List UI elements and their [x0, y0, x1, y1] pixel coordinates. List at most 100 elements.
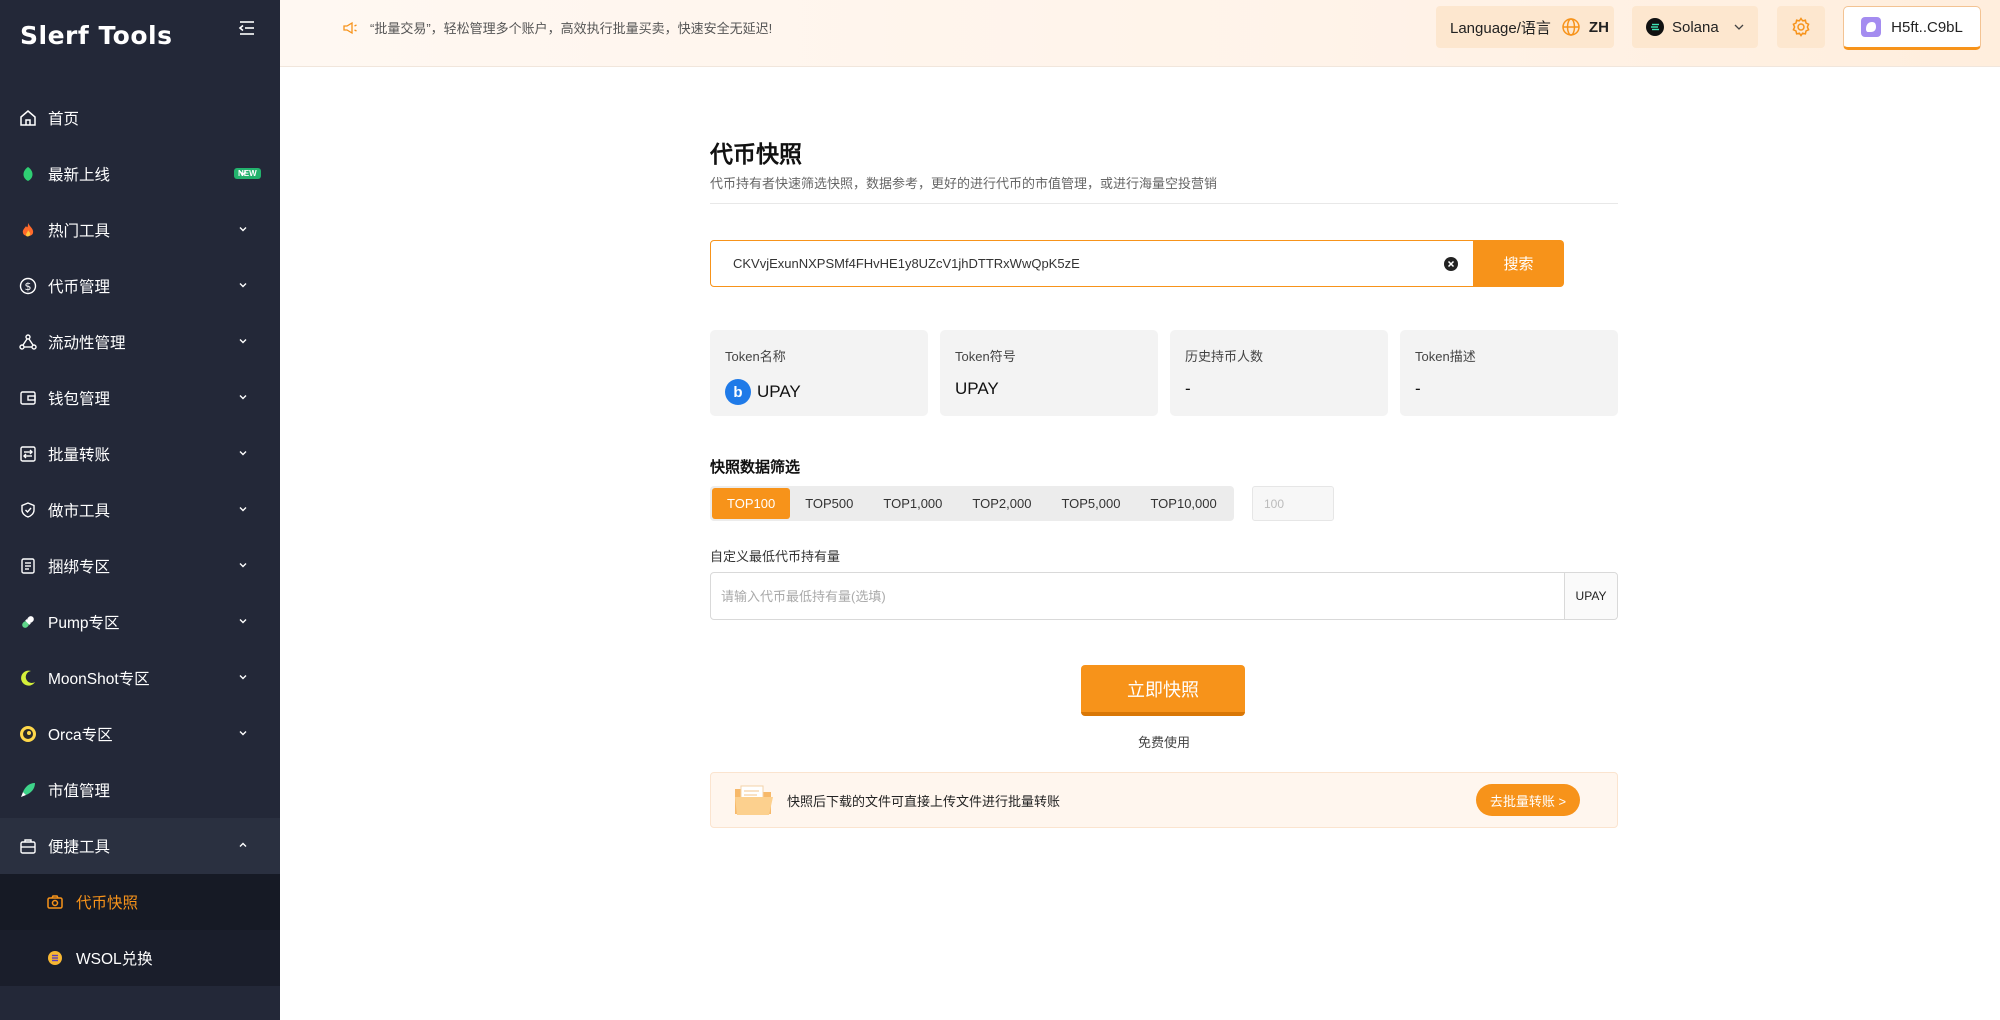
sidebar-item-moonshot[interactable]: MoonShot专区	[0, 650, 280, 706]
tab-top5000[interactable]: TOP5,000	[1046, 488, 1135, 519]
fire-icon	[18, 220, 38, 240]
sidebar-subitem-wsol-swap[interactable]: WSOL兑换	[0, 930, 280, 986]
tab-top2000[interactable]: TOP2,000	[957, 488, 1046, 519]
tab-top1000[interactable]: TOP1,000	[868, 488, 957, 519]
sidebar-nav: 首页 最新上线 NEW 热门工具 $ 代币管理 流动性管理 钱包管理 批量转账 …	[0, 90, 280, 986]
sidebar-item-label: 捆绑专区	[48, 559, 111, 576]
wallet-address: H5ft..C9bL	[1891, 18, 1963, 36]
sidebar-item-label: Orca专区	[48, 727, 113, 744]
logo-text: Slerf Tools	[20, 20, 173, 50]
sidebar-item-label: MoonShot专区	[48, 671, 150, 688]
sidebar-item-liquidity[interactable]: 流动性管理	[0, 314, 280, 370]
settings-button[interactable]	[1777, 6, 1825, 48]
globe-icon	[1562, 18, 1580, 36]
sidebar-item-batch-transfer[interactable]: 批量转账	[0, 426, 280, 482]
language-selector[interactable]: Language/语言 ZH	[1436, 6, 1614, 48]
logo[interactable]: Slerf Tools	[20, 14, 172, 56]
sidebar-item-orca[interactable]: Orca专区	[0, 706, 280, 762]
coin-icon	[46, 949, 64, 967]
chevron-down-icon	[239, 171, 247, 176]
sidebar-item-new[interactable]: 最新上线 NEW	[0, 146, 280, 202]
home-icon	[18, 108, 38, 128]
menu-collapse-icon[interactable]	[236, 17, 258, 39]
sidebar-item-market-cap[interactable]: 市值管理	[0, 762, 280, 818]
chevron-down-icon	[239, 227, 247, 232]
shield-icon	[18, 500, 38, 520]
sidebar-item-wallet[interactable]: 钱包管理	[0, 370, 280, 426]
chevron-down-icon	[239, 339, 247, 344]
tab-top10000[interactable]: TOP10,000	[1135, 488, 1231, 519]
card-value: b UPAY	[725, 379, 913, 405]
custom-count-input[interactable]: 100	[1252, 486, 1334, 521]
sidebar-subitem-label: WSOL兑换	[76, 951, 153, 968]
chevron-down-icon	[239, 283, 247, 288]
sidebar-item-token-management[interactable]: $ 代币管理	[0, 258, 280, 314]
top-header: “批量交易”，轻松管理多个账户，高效执行批量买卖，快速安全无延迟! Langua…	[280, 0, 2000, 67]
svg-text:$: $	[25, 280, 32, 293]
token-description-card: Token描述 -	[1400, 330, 1618, 416]
chevron-down-icon	[239, 507, 247, 512]
token-symbol-value: UPAY	[955, 379, 999, 398]
chevron-down-icon	[239, 451, 247, 456]
sidebar-item-hot-tools[interactable]: 热门工具	[0, 202, 280, 258]
batch-transfer-tip: 快照后下载的文件可直接上传文件进行批量转账 去批量转账 >	[710, 772, 1618, 828]
language-label: Language/语言	[1450, 19, 1551, 37]
sidebar-item-pump[interactable]: Pump专区	[0, 594, 280, 650]
snapshot-button[interactable]: 立即快照	[1081, 665, 1245, 716]
announcement-bar: “批量交易”，轻松管理多个账户，高效执行批量买卖，快速安全无延迟!	[342, 18, 772, 37]
min-holding-input[interactable]	[711, 573, 1564, 619]
chevron-down-icon	[1734, 24, 1744, 30]
token-info-cards: Token名称 b UPAY Token符号 UPAY 历史持币人数 - Tok…	[710, 330, 1618, 416]
chevron-down-icon	[239, 563, 247, 568]
folder-icon	[735, 785, 773, 815]
sidebar: Slerf Tools 首页 最新上线 NEW 热门工具 $ 代币管理 流动性管…	[0, 0, 280, 1020]
sidebar-item-label: 流动性管理	[48, 335, 126, 352]
holder-count-card: 历史持币人数 -	[1170, 330, 1388, 416]
sidebar-item-quick-tools[interactable]: 便捷工具	[0, 818, 280, 874]
network-icon	[18, 332, 38, 352]
leaf-icon	[18, 164, 38, 184]
solana-icon	[1646, 18, 1664, 36]
search-button[interactable]: 搜索	[1473, 239, 1564, 287]
page-title: 代币快照	[710, 141, 802, 167]
tab-top100[interactable]: TOP100	[712, 488, 791, 519]
sidebar-item-label: 首页	[48, 111, 80, 128]
sidebar-item-label: 市值管理	[48, 783, 111, 800]
sidebar-item-label: 便捷工具	[48, 839, 111, 856]
announcement-text: “批量交易”，轻松管理多个账户，高效执行批量买卖，快速安全无延迟!	[370, 21, 773, 36]
pill-icon	[18, 612, 38, 632]
clear-icon[interactable]	[1444, 257, 1458, 271]
card-label: Token描述	[1415, 349, 1476, 364]
go-batch-transfer-button[interactable]: 去批量转账 >	[1476, 784, 1580, 816]
gear-icon	[1792, 17, 1810, 37]
tab-top500[interactable]: TOP500	[790, 488, 868, 519]
language-code: ZH	[1588, 18, 1609, 36]
transfer-icon	[18, 444, 38, 464]
wallet-button[interactable]: H5ft..C9bL	[1843, 6, 1981, 50]
chain-selector[interactable]: Solana	[1632, 6, 1758, 48]
megaphone-icon	[343, 21, 357, 34]
sidebar-item-label: 批量转账	[48, 447, 111, 464]
token-address-input[interactable]	[711, 241, 1451, 286]
token-name-value: UPAY	[757, 382, 801, 401]
camera-icon	[46, 893, 64, 911]
rocket-icon	[18, 780, 38, 800]
sidebar-item-home[interactable]: 首页	[0, 90, 280, 146]
token-logo-icon: b	[725, 379, 751, 405]
holder-count-value: -	[1185, 379, 1191, 398]
sidebar-item-label: 做市工具	[48, 503, 111, 520]
chain-name: Solana	[1672, 18, 1719, 36]
sidebar-item-label: 代币管理	[48, 279, 111, 296]
sidebar-subitem-token-snapshot[interactable]: 代币快照	[0, 874, 280, 930]
sidebar-item-label: Pump专区	[48, 615, 120, 632]
sidebar-item-bundle[interactable]: 捆绑专区	[0, 538, 280, 594]
toolbox-icon	[18, 836, 38, 856]
page-subtitle: 代币持有者快速筛选快照，数据参考，更好的进行代币的市值管理，或进行海量空投营销	[710, 176, 1218, 191]
min-holding-field: UPAY	[710, 572, 1618, 620]
token-search-bar: 搜索	[710, 239, 1564, 287]
sidebar-item-label: 热门工具	[48, 223, 111, 240]
sidebar-item-market-making[interactable]: 做市工具	[0, 482, 280, 538]
phantom-wallet-icon	[1861, 17, 1882, 37]
sidebar-item-label: 最新上线	[48, 167, 111, 184]
chevron-down-icon	[239, 619, 247, 624]
